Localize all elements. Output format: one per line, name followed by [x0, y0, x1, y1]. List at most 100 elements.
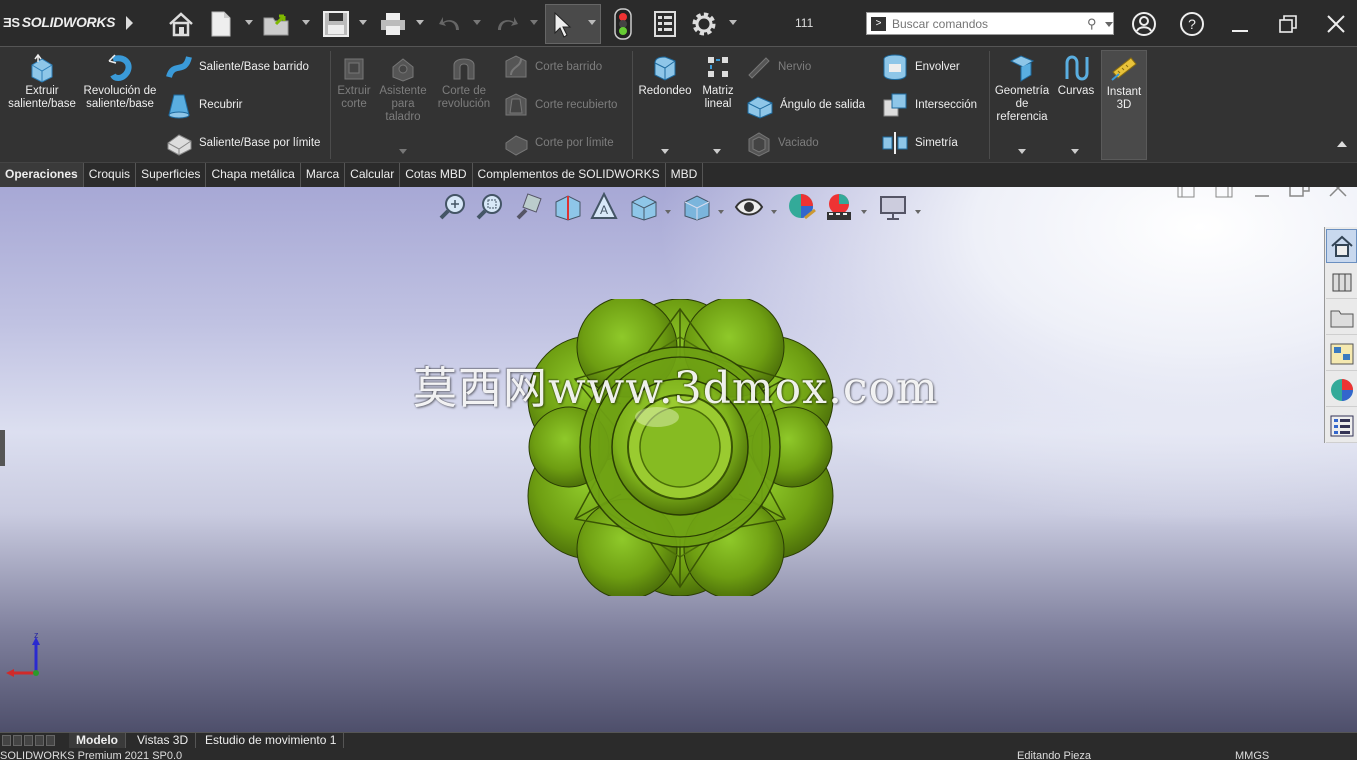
task-pane-view-palette-tab[interactable] — [1326, 337, 1357, 371]
hole-wizard-button[interactable]: Asistente para taladro — [376, 53, 430, 124]
open-dropdown-icon[interactable] — [302, 20, 310, 25]
tab-nav-next-icon[interactable] — [24, 735, 33, 746]
tab-operaciones[interactable]: Operaciones — [0, 163, 84, 187]
redo-button[interactable] — [491, 8, 523, 40]
select-button[interactable] — [545, 4, 601, 44]
open-button[interactable] — [261, 8, 295, 40]
tab-nav-first-icon[interactable] — [2, 735, 11, 746]
view-orientation-dropdown-icon[interactable] — [665, 210, 671, 214]
restore-button[interactable] — [1272, 8, 1304, 40]
zoom-to-area-icon[interactable] — [475, 192, 505, 222]
new-document-button[interactable] — [206, 8, 236, 40]
collapse-ribbon-icon[interactable] — [1337, 141, 1347, 147]
zoom-to-fit-icon[interactable] — [438, 192, 468, 222]
undo-button[interactable] — [434, 8, 466, 40]
print-button[interactable] — [377, 8, 409, 40]
tab-superficies[interactable]: Superficies — [136, 163, 207, 187]
tab-mbd[interactable]: MBD — [665, 163, 704, 187]
tab-marca[interactable]: Marca — [300, 163, 346, 187]
help-button[interactable]: ? — [1176, 8, 1208, 40]
search-dropdown-icon[interactable] — [1105, 22, 1113, 27]
linear-pattern-dropdown-icon[interactable] — [713, 149, 721, 154]
section-view-icon[interactable] — [552, 192, 582, 222]
tab-calcular[interactable]: Calcular — [345, 163, 401, 187]
feature-manager-expand-handle[interactable] — [0, 430, 5, 466]
save-button[interactable] — [320, 8, 352, 40]
file-properties-button[interactable] — [650, 8, 680, 40]
home-button[interactable] — [165, 8, 197, 40]
model-part-render[interactable] — [527, 299, 834, 596]
tab-chapa-metalica[interactable]: Chapa metálica — [206, 163, 301, 187]
tab-nav-end-icon[interactable] — [46, 735, 55, 746]
reference-geometry-dropdown-icon[interactable] — [1018, 149, 1026, 154]
task-pane-file-explorer-tab[interactable] — [1326, 301, 1357, 335]
command-search[interactable]: > ⚲ — [866, 12, 1114, 35]
dynamic-annotation-icon[interactable]: A — [590, 192, 620, 222]
search-icon[interactable]: ⚲ — [1087, 16, 1097, 32]
hole-wizard-dropdown-icon[interactable] — [399, 149, 407, 154]
account-button[interactable] — [1128, 8, 1160, 40]
instant3d-button[interactable]: Instant 3D — [1101, 50, 1147, 160]
tab-modelo[interactable]: Modelo — [69, 733, 126, 749]
task-pane-custom-properties-tab[interactable] — [1326, 409, 1357, 443]
shell-button[interactable]: Vaciado — [746, 129, 819, 157]
tab-cotas-mbd[interactable]: Cotas MBD — [400, 163, 473, 187]
redo-dropdown-icon[interactable] — [530, 20, 538, 25]
curves-dropdown-icon[interactable] — [1071, 149, 1079, 154]
reference-geometry-button[interactable]: Geometría de referencia — [993, 53, 1051, 124]
task-pane-resources-tab[interactable] — [1326, 265, 1357, 299]
view-orientation-icon[interactable] — [628, 192, 658, 222]
revolved-cut-button[interactable]: Corte de revolución — [434, 53, 494, 111]
new-dropdown-icon[interactable] — [245, 20, 253, 25]
undo-dropdown-icon[interactable] — [473, 20, 481, 25]
display-style-icon[interactable] — [681, 192, 711, 222]
lofted-cut-button[interactable]: Corte recubierto — [503, 91, 617, 119]
curves-button[interactable]: Curvas — [1054, 53, 1098, 98]
menu-expand-arrow-icon[interactable] — [126, 16, 133, 30]
rebuild-button[interactable] — [611, 8, 635, 40]
task-pane-home-tab[interactable] — [1326, 229, 1357, 263]
tab-croquis[interactable]: Croquis — [83, 163, 137, 187]
swept-boss-button[interactable]: Saliente/Base barrido — [165, 53, 309, 81]
view-settings-icon[interactable] — [878, 192, 908, 222]
minimize-button[interactable] — [1224, 8, 1256, 40]
close-button[interactable] — [1320, 8, 1352, 40]
fillet-button[interactable]: Redondeo — [636, 53, 694, 98]
apply-scene-icon[interactable] — [824, 192, 854, 222]
print-dropdown-icon[interactable] — [416, 20, 424, 25]
boundary-boss-button[interactable]: Saliente/Base por límite — [165, 129, 320, 157]
revolve-boss-button[interactable]: Revolución de saliente/base — [82, 53, 158, 111]
select-dropdown-icon[interactable] — [588, 20, 596, 25]
display-style-dropdown-icon[interactable] — [718, 210, 724, 214]
hide-show-dropdown-icon[interactable] — [771, 210, 777, 214]
tab-vistas-3d[interactable]: Vistas 3D — [130, 733, 197, 749]
intersect-button[interactable]: Intersección — [881, 91, 977, 119]
edit-appearance-icon[interactable] — [787, 192, 817, 222]
apply-scene-dropdown-icon[interactable] — [861, 210, 867, 214]
status-units[interactable]: MMGS — [1235, 748, 1269, 760]
save-dropdown-icon[interactable] — [359, 20, 367, 25]
search-input[interactable] — [892, 15, 1072, 33]
extrude-boss-button[interactable]: Extruir saliente/base — [2, 53, 82, 111]
doc-minimize-icon[interactable] — [1253, 187, 1271, 198]
tab-nav-prev-icon[interactable] — [13, 735, 22, 746]
task-pane-appearances-tab[interactable] — [1326, 373, 1357, 407]
split-right-icon[interactable] — [1215, 187, 1233, 198]
tab-estudio-movimiento[interactable]: Estudio de movimiento 1 — [198, 733, 345, 749]
swept-cut-button[interactable]: Corte barrido — [503, 53, 602, 81]
lofted-boss-button[interactable]: Recubrir — [165, 91, 242, 119]
boundary-cut-button[interactable]: Corte por límite — [503, 129, 614, 157]
split-left-icon[interactable] — [1177, 187, 1195, 198]
mirror-button[interactable]: Simetría — [881, 129, 958, 157]
doc-close-icon[interactable] — [1328, 187, 1348, 198]
tab-complementos[interactable]: Complementos de SOLIDWORKS — [472, 163, 666, 187]
view-settings-dropdown-icon[interactable] — [915, 210, 921, 214]
rib-button[interactable]: Nervio — [746, 53, 811, 81]
previous-view-icon[interactable] — [514, 192, 544, 222]
wrap-button[interactable]: Envolver — [881, 53, 960, 81]
hide-show-items-icon[interactable] — [734, 192, 764, 222]
tab-nav-last-icon[interactable] — [35, 735, 44, 746]
linear-pattern-button[interactable]: Matriz lineal — [696, 53, 740, 111]
graphics-area[interactable]: A 莫西网www.3dmox.com z — [0, 187, 1357, 732]
draft-button[interactable]: Ángulo de salida — [746, 91, 865, 119]
